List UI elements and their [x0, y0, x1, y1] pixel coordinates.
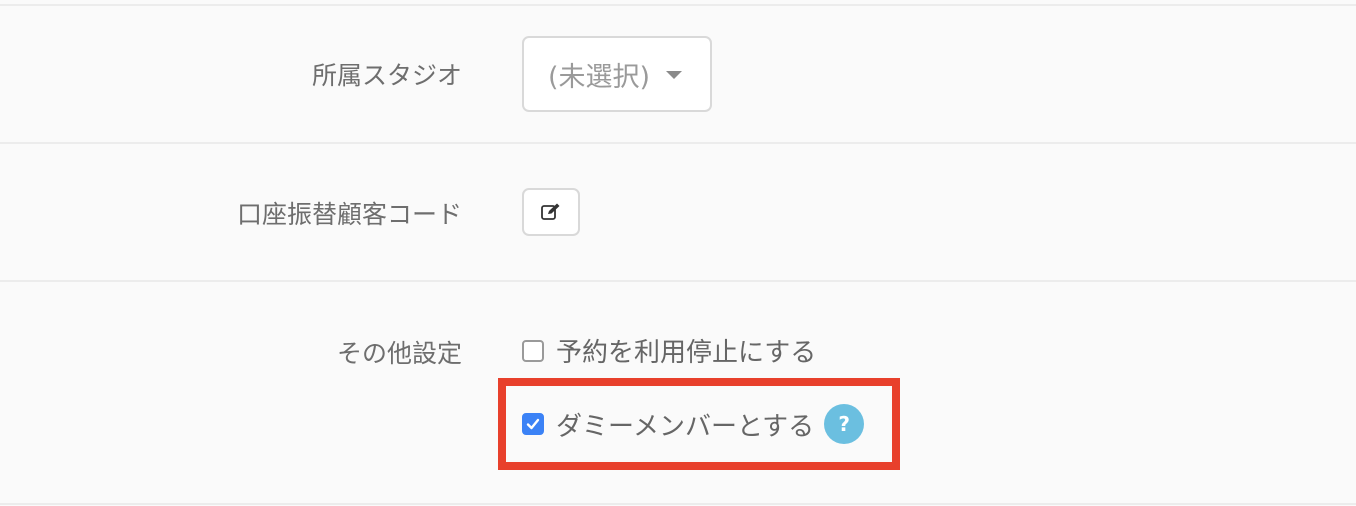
- dummy-member-option[interactable]: ダミーメンバーとする ?: [522, 404, 865, 444]
- other-settings-label: その他設定: [336, 339, 462, 368]
- divider: [0, 142, 1356, 144]
- bank-code-label: 口座振替顧客コード: [236, 200, 462, 229]
- checkmark-icon: [526, 418, 540, 430]
- caret-down-icon: [666, 71, 683, 79]
- studio-label: 所属スタジオ: [311, 61, 462, 90]
- studio-select[interactable]: (未選択): [522, 36, 712, 112]
- dummy-member-checkbox[interactable]: [522, 413, 544, 435]
- suspend-reservation-label: 予約を利用停止にする: [556, 338, 817, 368]
- edit-bank-code-button[interactable]: [522, 188, 580, 236]
- member-settings-form: 所属スタジオ (未選択) 口座振替顧客コード その他設定 予約を利用停止にする …: [0, 0, 1356, 506]
- pencil-square-icon: [541, 203, 560, 220]
- dummy-member-label: ダミーメンバーとする: [556, 411, 815, 442]
- studio-select-value: (未選択): [548, 61, 651, 93]
- divider: [0, 503, 1356, 505]
- divider: [0, 4, 1356, 6]
- question-circle-icon[interactable]: ?: [824, 404, 865, 444]
- divider: [0, 280, 1356, 282]
- suspend-reservation-checkbox[interactable]: [522, 339, 544, 362]
- suspend-reservation-option[interactable]: 予約を利用停止にする: [522, 332, 816, 369]
